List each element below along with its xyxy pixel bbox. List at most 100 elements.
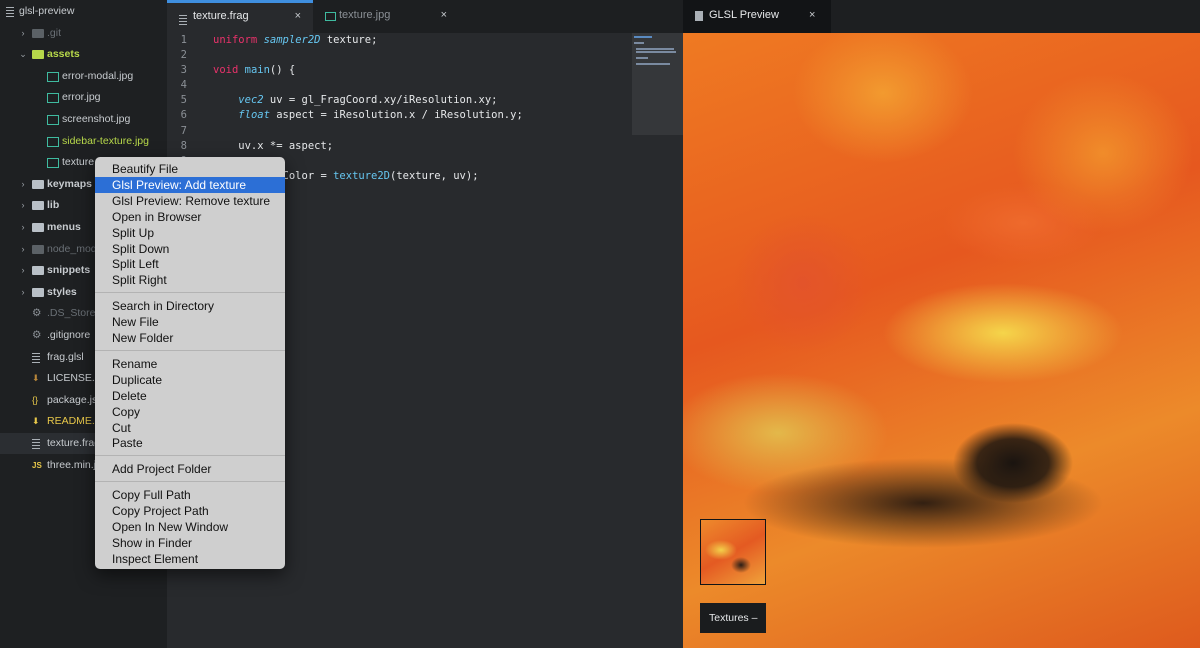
menu-separator: [95, 292, 285, 294]
chevron-right-icon[interactable]: ›: [18, 260, 28, 281]
tree-item-label: frag.glsl: [47, 350, 84, 363]
menu-item[interactable]: Rename: [95, 356, 285, 372]
minimap[interactable]: [632, 33, 683, 135]
tree-item[interactable]: › .git: [0, 23, 167, 44]
chevron-down-icon[interactable]: ⌄: [18, 44, 28, 65]
tree-item-label: error-modal.jpg: [62, 69, 134, 82]
menu-item[interactable]: Search in Directory: [95, 298, 285, 314]
menu-item[interactable]: Delete: [95, 388, 285, 404]
menu-separator: [95, 481, 285, 483]
tab-texture-jpg[interactable]: texture.jpg ×: [313, 0, 459, 33]
menu-item[interactable]: Open In New Window: [95, 519, 285, 535]
menu-item[interactable]: Split Up: [95, 225, 285, 241]
menu-item[interactable]: Inspect Element: [95, 551, 285, 567]
file-icon: [32, 352, 40, 364]
file-icon: [32, 438, 40, 450]
menu-item[interactable]: Copy Project Path: [95, 503, 285, 519]
menu-item[interactable]: Glsl Preview: Add texture: [95, 176, 285, 193]
tree-item[interactable]: ⌄glsl-preview: [0, 1, 167, 22]
file-icon: [179, 14, 187, 24]
textures-toggle[interactable]: Textures –: [700, 603, 766, 633]
line-number: 7: [180, 124, 187, 137]
close-icon[interactable]: ×: [441, 0, 447, 31]
menu-separator: [95, 455, 285, 457]
folder-icon: [32, 50, 44, 60]
tree-item-label: snippets: [47, 264, 91, 277]
js-icon: JS: [32, 460, 42, 470]
menu-item[interactable]: Paste: [95, 435, 285, 451]
chevron-right-icon[interactable]: ›: [18, 239, 28, 260]
context-menu: Beautify File Glsl Preview: Add texture Gl…: [95, 157, 285, 569]
menu-item[interactable]: Add Project Folder: [95, 461, 285, 477]
gear-icon: ⚙: [32, 329, 42, 341]
tree-item-label: .git: [47, 26, 62, 39]
menu-item[interactable]: Copy Full Path: [95, 487, 285, 503]
close-icon[interactable]: ×: [809, 0, 815, 31]
tab-glsl-preview[interactable]: GLSL Preview ×: [683, 0, 831, 33]
menu-item[interactable]: Copy: [95, 404, 285, 420]
image-icon: [47, 158, 59, 169]
menu-item[interactable]: New File: [95, 314, 285, 330]
tree-item-label: sidebar-texture.jpg: [62, 134, 149, 147]
tree-item-label: texture.frag: [47, 437, 101, 449]
chevron-right-icon[interactable]: ›: [18, 174, 28, 195]
image-icon: [47, 71, 59, 82]
tree-item[interactable]: screenshot.jpg: [0, 109, 167, 130]
menu-item[interactable]: Duplicate: [95, 372, 285, 388]
readme-icon: ⬇: [32, 416, 40, 427]
line-number: 5: [180, 94, 187, 107]
menu-item[interactable]: Split Down: [95, 241, 285, 257]
menu-separator: [95, 349, 285, 351]
image-icon: [325, 12, 336, 21]
line-number: 3: [180, 64, 187, 77]
menu-item[interactable]: New Folder: [95, 330, 285, 346]
editor-tab-bar: texture.frag × texture.jpg ×: [167, 0, 683, 33]
texture-thumbnail[interactable]: [700, 519, 766, 585]
menu-item[interactable]: Glsl Preview: Remove texture: [95, 193, 285, 209]
menu-item[interactable]: Show in Finder: [95, 535, 285, 551]
tree-item-label: three.min.js: [47, 458, 102, 471]
json-icon: {}: [32, 394, 39, 405]
tree-item-label: screenshot.jpg: [62, 113, 131, 125]
tree-item-label: styles: [47, 285, 77, 298]
tree-item-label: lib: [47, 199, 60, 212]
tree-item[interactable]: ⌄ assets: [0, 44, 167, 65]
close-icon[interactable]: ×: [295, 3, 301, 29]
menu-item[interactable]: Split Right: [95, 272, 285, 288]
code-line: vec2 uv = gl_FragCoord.xy/iResolution.xy…: [238, 94, 498, 107]
license-icon: ⬇: [32, 373, 40, 384]
tree-item-label: keymaps: [47, 177, 92, 190]
tree-item-label: .DS_Store: [47, 307, 96, 320]
gear-icon: ⚙: [32, 307, 42, 320]
menu-item[interactable]: Open in Browser: [95, 209, 285, 225]
image-icon: [47, 115, 59, 125]
folder-icon: [32, 223, 44, 232]
chevron-right-icon[interactable]: ›: [18, 23, 28, 44]
line-number: 4: [180, 79, 187, 92]
image-icon: [47, 136, 59, 147]
folder-icon: [32, 266, 44, 276]
menu-item[interactable]: Split Left: [95, 256, 285, 272]
chevron-right-icon[interactable]: ›: [18, 217, 28, 238]
tab-texture-frag[interactable]: texture.frag ×: [167, 0, 313, 33]
folder-icon: [32, 179, 44, 189]
shader-canvas[interactable]: Textures –: [683, 33, 1200, 648]
preview-icon: [695, 11, 703, 21]
tab-label: texture.jpg: [339, 9, 391, 21]
code-line: void main() {: [213, 64, 296, 77]
tree-item[interactable]: error-modal.jpg: [0, 66, 167, 87]
tree-item[interactable]: sidebar-texture.jpg: [0, 131, 167, 152]
tree-item-label: error.jpg: [62, 91, 101, 104]
chevron-right-icon[interactable]: ›: [18, 282, 28, 303]
menu-item[interactable]: Beautify File: [95, 161, 285, 177]
code-line: uv.x *= aspect;: [213, 139, 334, 152]
menu-item[interactable]: Cut: [95, 420, 285, 436]
tab-label: texture.frag: [193, 10, 249, 22]
tree-item[interactable]: error.jpg: [0, 87, 167, 108]
chevron-right-icon[interactable]: ›: [18, 195, 28, 216]
code-line: float aspect = iResolution.x / iResoluti…: [238, 109, 523, 122]
tree-item-label: glsl-preview: [19, 5, 75, 17]
